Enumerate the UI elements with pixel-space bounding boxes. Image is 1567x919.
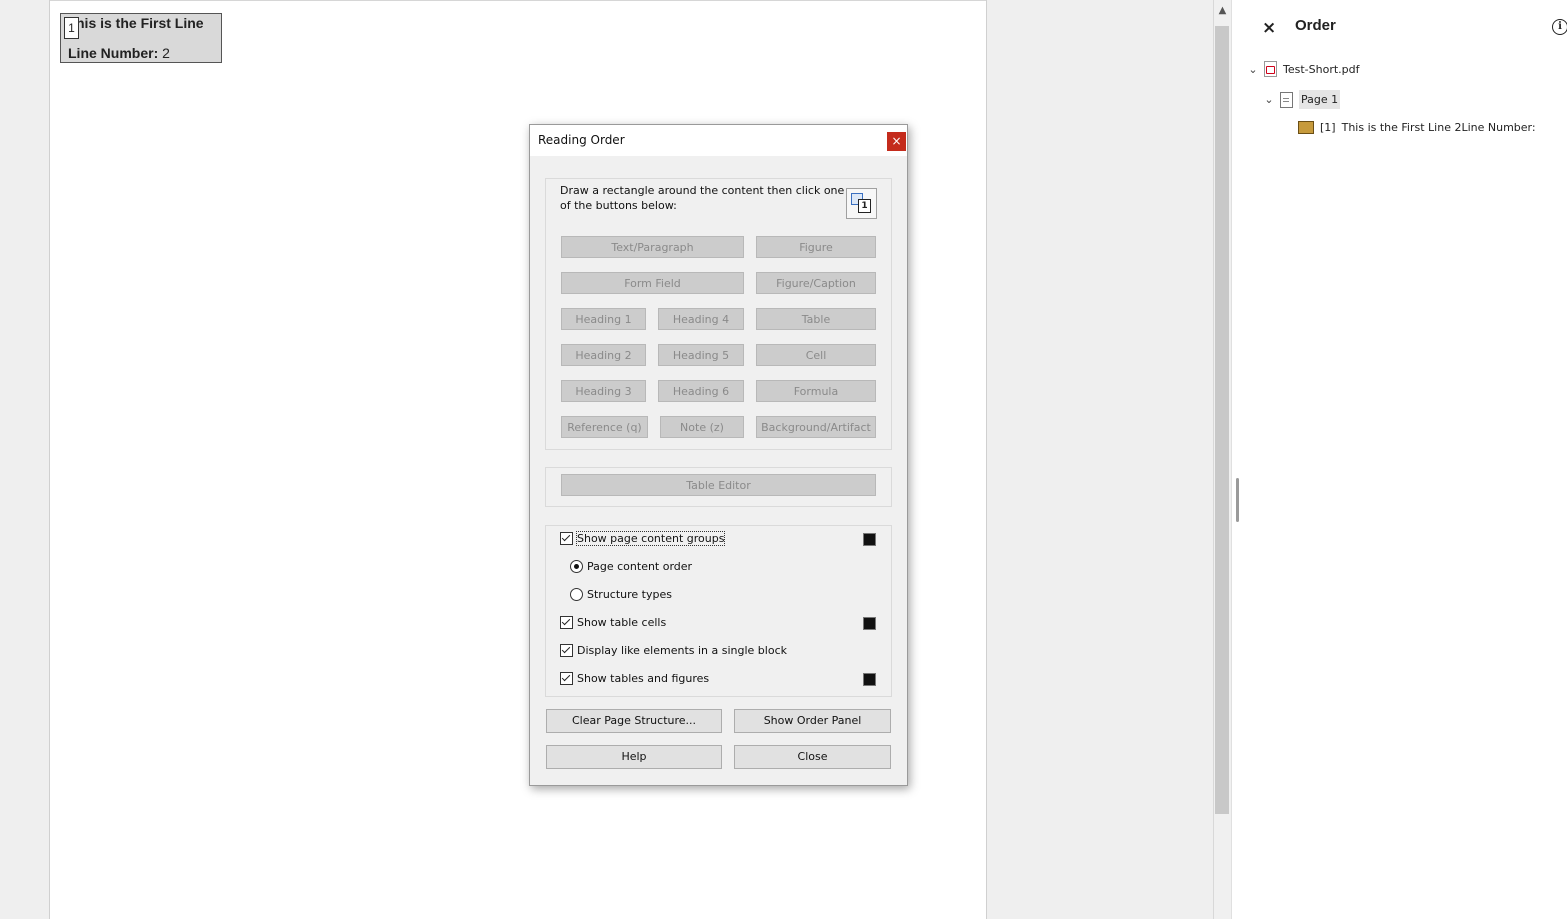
heading-6-button[interactable]: Heading 6 [658,380,744,402]
tree-item-index: [1] [1320,121,1336,134]
figure-caption-button[interactable]: Figure/Caption [756,272,876,294]
instructions-text: Draw a rectangle around the content then… [560,184,845,212]
scrollbar-thumb[interactable] [1215,26,1229,814]
display-like-elements-option[interactable]: Display like elements in a single block [560,644,787,657]
show-page-content-groups-label: Show page content groups [575,531,726,546]
tree-file-label: Test-Short.pdf [1283,62,1360,76]
form-field-button[interactable]: Form Field [561,272,744,294]
order-number-badge: 1 [64,17,79,39]
structure-snapshot-button[interactable]: 1 [846,188,877,219]
tree-page-label: Page 1 [1299,90,1341,109]
show-tables-figures-checkbox[interactable] [560,672,573,685]
text-paragraph-button[interactable]: Text/Paragraph [561,236,744,258]
help-button[interactable]: Help [546,745,722,769]
order-panel [1231,0,1567,919]
content-line-2: Line Number: 2 [68,45,170,61]
page-content-order-radio[interactable] [570,560,583,573]
dialog-title: Reading Order [538,133,625,147]
page-icon [1280,91,1293,108]
close-icon[interactable]: × [887,132,906,151]
content-box-icon [1298,121,1314,134]
heading-3-button[interactable]: Heading 3 [561,380,646,402]
background-artifact-button[interactable]: Background/Artifact [756,416,876,438]
vertical-scrollbar[interactable]: ▲ [1213,0,1231,919]
show-tables-figures-option[interactable]: Show tables and figures [560,672,709,685]
content-groups-color-swatch[interactable] [863,533,876,546]
cell-button[interactable]: Cell [756,344,876,366]
chevron-down-icon[interactable]: ⌄ [1246,63,1260,76]
show-page-content-groups-checkbox[interactable] [560,532,573,545]
note-button[interactable]: Note (z) [660,416,744,438]
display-like-elements-checkbox[interactable] [560,644,573,657]
structure-types-option[interactable]: Structure types [570,588,672,601]
display-like-elements-label: Display like elements in a single block [577,644,787,657]
content-line-1: his is the First Line [76,15,204,31]
clear-page-structure-button[interactable]: Clear Page Structure... [546,709,722,733]
heading-1-button[interactable]: Heading 1 [561,308,646,330]
tables-figures-color-swatch[interactable] [863,673,876,686]
chevron-down-icon[interactable]: ⌄ [1262,93,1276,106]
tree-item-file[interactable]: ⌄ Test-Short.pdf [1246,61,1359,77]
line-number-value: 2 [162,45,170,61]
order-icon-front: 1 [858,199,871,213]
reading-order-dialog: Reading Order × Draw a rectangle around … [529,124,908,786]
panel-resize-handle[interactable] [1236,478,1239,522]
tree-item-text: This is the First Line 2Line Number: [1341,121,1536,134]
show-table-cells-checkbox[interactable] [560,616,573,629]
table-button[interactable]: Table [756,308,876,330]
tree-item-content[interactable]: [1] This is the First Line 2Line Number: [1298,121,1536,134]
show-table-cells-label: Show table cells [577,616,667,629]
reference-button[interactable]: Reference (q) [561,416,648,438]
show-tables-figures-label: Show tables and figures [577,672,710,685]
page-content-order-option[interactable]: Page content order [570,560,692,573]
formula-button[interactable]: Formula [756,380,876,402]
panel-title: Order [1295,17,1336,34]
table-cells-color-swatch[interactable] [863,617,876,630]
heading-5-button[interactable]: Heading 5 [658,344,744,366]
table-editor-button[interactable]: Table Editor [561,474,876,496]
scroll-up-arrow-icon[interactable]: ▲ [1214,2,1231,20]
line-number-label: Line Number: [68,45,159,61]
info-icon[interactable]: i [1552,19,1567,35]
close-icon[interactable]: × [1262,18,1276,38]
show-order-panel-button[interactable]: Show Order Panel [734,709,891,733]
heading-2-button[interactable]: Heading 2 [561,344,646,366]
structure-types-radio[interactable] [570,588,583,601]
figure-button[interactable]: Figure [756,236,876,258]
show-table-cells-option[interactable]: Show table cells [560,616,666,629]
page-top-border [50,0,986,1]
structure-types-label: Structure types [587,588,672,601]
heading-4-button[interactable]: Heading 4 [658,308,744,330]
close-button[interactable]: Close [734,745,891,769]
show-page-content-groups-option[interactable]: Show page content groups [560,531,726,546]
page-content-order-label: Page content order [587,560,693,573]
tree-item-page[interactable]: ⌄ Page 1 [1262,90,1341,109]
dialog-titlebar[interactable]: Reading Order × [530,125,907,156]
pdf-file-icon [1264,61,1277,77]
page-content-group[interactable]: his is the First Line Line Number: 2 1 [60,13,222,63]
